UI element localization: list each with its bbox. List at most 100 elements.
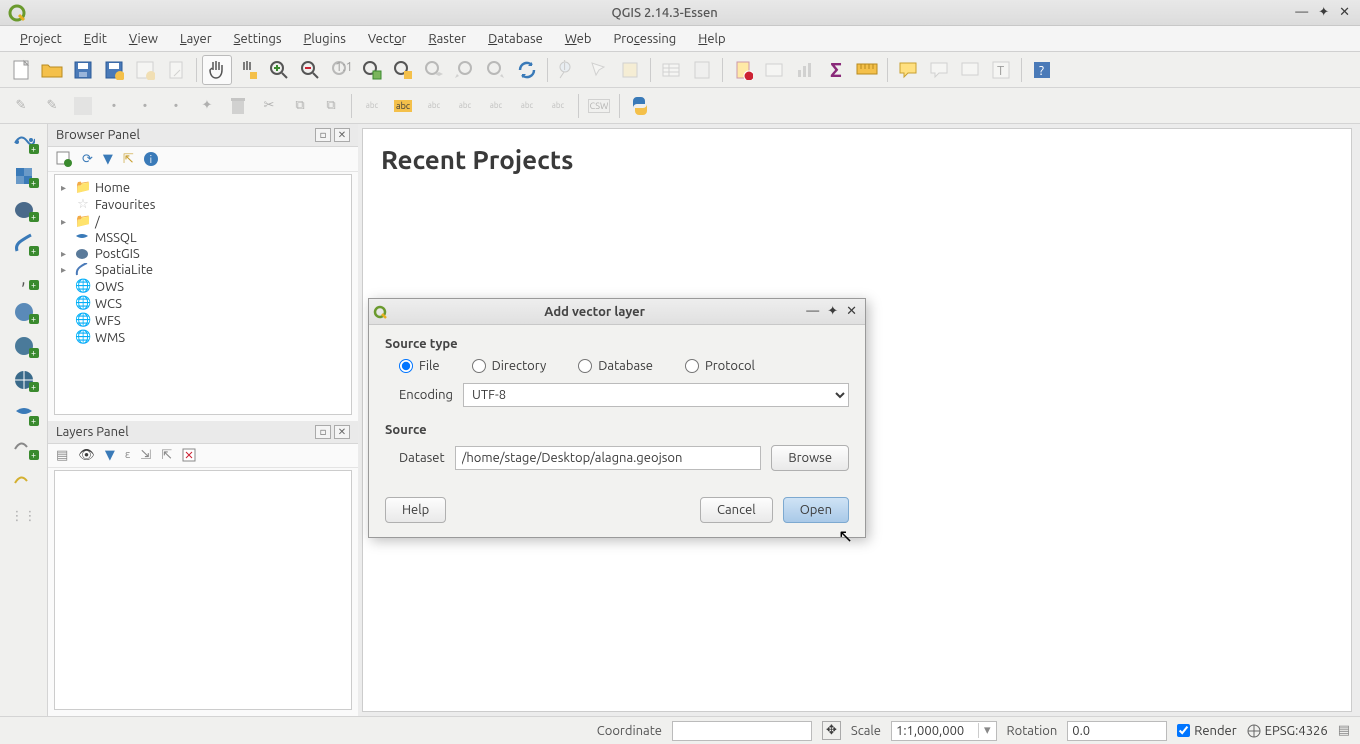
menu-plugins[interactable]: Plugins [294,29,356,49]
edit-pencil2-icon[interactable]: ✎ [37,91,67,121]
menu-processing[interactable]: Processing [603,29,686,49]
scale-dropdown-icon[interactable]: ▾ [978,723,996,738]
add-vector-icon[interactable]: + [7,128,41,156]
add-mssql-icon[interactable]: + [7,400,41,428]
composer-manager-icon[interactable] [161,55,191,85]
label-abc5-icon[interactable]: abc [481,91,511,121]
menu-help[interactable]: Help [688,29,735,49]
rotation-input[interactable] [1067,721,1167,741]
expand-all-icon[interactable]: ⇲ [140,448,151,463]
maximize-icon[interactable]: ✦ [1318,5,1329,20]
dialog-maximize-icon[interactable]: ✦ [827,304,838,319]
label-abc7-icon[interactable]: abc [543,91,573,121]
label-abc-icon[interactable]: abc [357,91,387,121]
zoom-layer-icon[interactable] [419,55,449,85]
annotation-icon[interactable] [924,55,954,85]
pan-to-selection-icon[interactable] [233,55,263,85]
delete-icon[interactable] [223,91,253,121]
deselect-icon[interactable] [615,55,645,85]
encoding-select[interactable]: UTF-8 [463,383,849,407]
remove-layer-icon[interactable] [182,448,196,462]
radio-database[interactable]: Database [578,359,653,373]
menu-raster[interactable]: Raster [418,29,476,49]
dialog-close-icon[interactable]: ✕ [846,304,857,319]
tree-item[interactable]: WMS [95,331,125,345]
tool4-icon[interactable]: • [130,91,160,121]
measure-icon[interactable] [852,55,882,85]
tree-item[interactable]: PostGIS [95,247,140,261]
render-checkbox[interactable] [1177,724,1190,737]
toggle-extents-icon[interactable]: ✥ [822,721,841,740]
radio-directory[interactable]: Directory [472,359,547,373]
properties-icon[interactable]: i [144,152,158,166]
messages-icon[interactable]: ▤ [1338,723,1350,738]
layers-tree[interactable] [54,470,352,711]
zoom-selection-icon[interactable] [388,55,418,85]
field-calculator-icon[interactable] [687,55,717,85]
add-wms-icon[interactable]: + [7,298,41,326]
panel-close-icon[interactable]: ✕ [334,425,350,439]
maptips-icon[interactable] [893,55,923,85]
tree-item[interactable]: Home [95,181,130,195]
stats-icon[interactable] [790,55,820,85]
style-preset-icon[interactable]: ▤ [56,448,68,463]
bookmark-show-icon[interactable] [759,55,789,85]
text-annotation-icon[interactable]: T [986,55,1016,85]
panel-close-icon[interactable]: ✕ [334,128,350,142]
open-attribute-table-icon[interactable] [656,55,686,85]
print-composer-icon[interactable] [130,55,160,85]
save-as-icon[interactable] [99,55,129,85]
paste-icon[interactable]: ⧉ [316,91,346,121]
coordinate-input[interactable] [672,721,812,741]
open-button[interactable]: Open [783,497,849,523]
radio-file[interactable]: File [399,359,440,373]
collapse-icon[interactable]: ⇱ [123,152,134,167]
zoom-last-icon[interactable] [450,55,480,85]
refresh2-icon[interactable]: ⟳ [82,152,93,167]
label-abc3-icon[interactable]: abc [419,91,449,121]
tree-item[interactable]: WCS [95,297,122,311]
menu-web[interactable]: Web [555,29,602,49]
dataset-input[interactable] [455,446,762,470]
cut-icon[interactable]: ✂ [254,91,284,121]
zoom-next-icon[interactable] [481,55,511,85]
csw-icon[interactable]: CSW [584,91,614,121]
select-icon[interactable] [584,55,614,85]
help-icon[interactable]: ? [1027,55,1057,85]
scale-input[interactable] [892,722,978,740]
help-button[interactable]: Help [385,497,446,523]
menu-settings[interactable]: Settings [224,29,292,49]
new-shapefile-icon[interactable] [7,468,41,496]
tool5-icon[interactable]: • [161,91,191,121]
menu-edit[interactable]: Edit [74,29,117,49]
browse-button[interactable]: Browse [771,445,849,471]
filter-icon[interactable]: ▼ [103,152,113,167]
add-oracle-icon[interactable]: + [7,434,41,462]
radio-protocol[interactable]: Protocol [685,359,755,373]
python-console-icon[interactable] [625,91,655,121]
tree-item[interactable]: WFS [95,314,121,328]
tree-item[interactable]: MSSQL [95,231,137,245]
menu-layer[interactable]: Layer [170,29,222,49]
new-project-icon[interactable] [6,55,36,85]
save-icon[interactable] [68,55,98,85]
add-wfs-icon[interactable]: + [7,366,41,394]
add-layer-icon[interactable] [56,151,72,167]
node-tool-icon[interactable]: ✦ [192,91,222,121]
crs-button[interactable]: EPSG:4326 [1247,724,1328,738]
filter2-icon[interactable]: ▼ [105,448,115,463]
open-project-icon[interactable] [37,55,67,85]
expression-icon[interactable]: ε [125,449,131,461]
add-spatialite-icon[interactable]: + [7,230,41,258]
tree-item[interactable]: SpatiaLite [95,263,153,277]
drag-handle-icon[interactable]: ⋮⋮ [7,502,41,530]
save-edits-icon[interactable] [68,91,98,121]
browser-tree[interactable]: ▸📁Home ☆Favourites ▸📁/ MSSQL ▸PostGIS ▸S… [54,174,352,415]
add-delimited-icon[interactable]: ,+ [7,264,41,292]
collapse-all-icon[interactable]: ⇱ [161,448,172,463]
zoom-in-icon[interactable] [264,55,294,85]
zoom-out-icon[interactable] [295,55,325,85]
tree-item[interactable]: Favourites [95,198,155,212]
panel-undock-icon[interactable]: ▫ [315,425,331,439]
zoom-full-icon[interactable] [357,55,387,85]
